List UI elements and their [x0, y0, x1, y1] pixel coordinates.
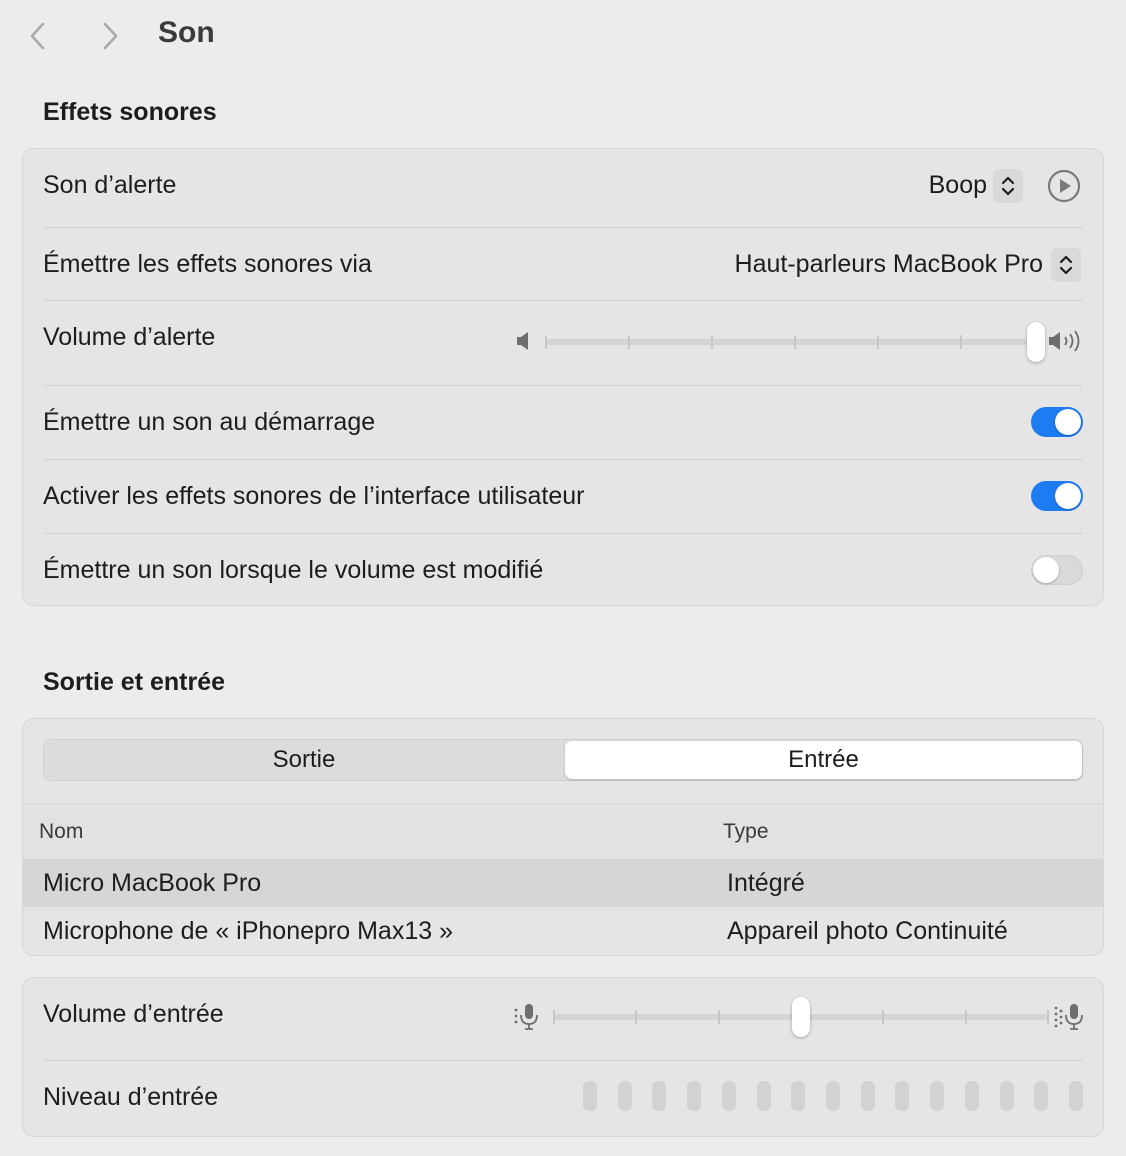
level-segment [965, 1081, 979, 1111]
alert-volume-label: Volume d’alerte [43, 323, 216, 351]
volume-feedback-row: Émettre un son lorsque le volume est mod… [43, 534, 1083, 606]
level-segment [583, 1081, 597, 1111]
back-button[interactable] [20, 18, 56, 54]
table-row[interactable]: Microphone de « iPhonepro Max13 » Appare… [23, 907, 1103, 955]
input-level-row: Niveau d’entrée [43, 1061, 1083, 1137]
input-volume-row: Volume d’entrée [43, 978, 1083, 1060]
slider-tick [882, 1010, 884, 1024]
level-segment [687, 1081, 701, 1111]
level-segment [1000, 1081, 1014, 1111]
ui-sounds-toggle[interactable] [1031, 481, 1083, 511]
input-volume-slider[interactable] [553, 996, 1049, 1038]
toggle-knob [1055, 409, 1081, 435]
device-type: Appareil photo Continuité [727, 917, 1008, 945]
stepper-icon [1059, 255, 1073, 275]
input-volume-card: Volume d’entrée Niveau d’entrée [22, 977, 1104, 1137]
device-type: Intégré [727, 869, 805, 897]
play-via-row: Émettre les effets sonores via Haut-parl… [43, 228, 1083, 300]
slider-tick [794, 335, 796, 349]
ui-sounds-row: Activer les effets sonores de l’interfac… [43, 460, 1083, 532]
startup-sound-label: Émettre un son au démarrage [43, 408, 376, 436]
chevron-left-icon [30, 22, 45, 50]
slider-tick [960, 335, 962, 349]
level-segment [722, 1081, 736, 1111]
play-alert-button[interactable] [1047, 169, 1081, 203]
toggle-knob [1033, 557, 1059, 583]
slider-tick [545, 335, 547, 349]
alert-sound-row: Son d’alerte Boop [43, 149, 1083, 227]
slider-thumb[interactable] [1027, 322, 1045, 362]
toggle-knob [1055, 483, 1081, 509]
section-title-effects: Effets sonores [43, 98, 217, 126]
device-name: Micro MacBook Pro [43, 869, 262, 897]
slider-tick [635, 1010, 637, 1024]
play-via-popup[interactable]: Haut-parleurs MacBook Pro [735, 250, 1043, 279]
slider-tick [718, 1010, 720, 1024]
chevron-right-icon [103, 22, 118, 50]
input-level-meter [583, 1081, 1083, 1113]
startup-sound-toggle[interactable] [1031, 407, 1083, 437]
play-circle-icon [1047, 169, 1081, 203]
alert-sound-stepper[interactable] [993, 169, 1023, 203]
slider-tick [553, 1010, 555, 1024]
level-segment [930, 1081, 944, 1111]
slider-thumb[interactable] [792, 997, 810, 1037]
input-volume-label: Volume d’entrée [43, 1000, 224, 1028]
devices-table-header: Nom Type [23, 803, 1103, 860]
stepper-icon [1001, 176, 1015, 196]
slider-tick [877, 335, 879, 349]
play-via-label: Émettre les effets sonores via [43, 250, 372, 278]
volume-feedback-label: Émettre un son lorsque le volume est mod… [43, 556, 544, 584]
volume-feedback-toggle[interactable] [1031, 555, 1083, 585]
startup-sound-row: Émettre un son au démarrage [43, 386, 1083, 458]
device-name: Microphone de « iPhonepro Max13 » [43, 917, 453, 945]
table-row[interactable]: Micro MacBook Pro Intégré [23, 859, 1103, 907]
output-input-card: Sortie Entrée Nom Type Micro MacBook Pro… [22, 718, 1104, 956]
alert-sound-label: Son d’alerte [43, 171, 177, 199]
level-segment [861, 1081, 875, 1111]
alert-volume-row: Volume d’alerte [43, 301, 1083, 385]
alert-volume-slider[interactable] [545, 321, 1045, 363]
level-segment [757, 1081, 771, 1111]
sound-effects-card: Son d’alerte Boop Émettre les effets son… [22, 148, 1104, 606]
slider-tick [628, 335, 630, 349]
slider-tick [1047, 1010, 1049, 1024]
input-level-label: Niveau d’entrée [43, 1083, 219, 1111]
level-segment [791, 1081, 805, 1111]
level-segment [826, 1081, 840, 1111]
forward-button[interactable] [92, 18, 128, 54]
level-segment [618, 1081, 632, 1111]
alert-sound-popup[interactable]: Boop [929, 171, 987, 200]
mic-low-icon [514, 1004, 538, 1030]
tab-output[interactable]: Sortie [44, 740, 564, 780]
mic-high-icon [1054, 1004, 1083, 1030]
level-segment [1034, 1081, 1048, 1111]
tab-input[interactable]: Entrée [565, 741, 1082, 779]
column-header-name[interactable]: Nom [39, 820, 83, 844]
column-header-type[interactable]: Type [723, 820, 769, 844]
toolbar: Son [0, 0, 1126, 72]
slider-tick [711, 335, 713, 349]
level-segment [652, 1081, 666, 1111]
page-title: Son [158, 16, 215, 49]
ui-sounds-label: Activer les effets sonores de l’interfac… [43, 482, 585, 510]
speaker-low-icon [517, 332, 528, 350]
slider-tick [965, 1010, 967, 1024]
level-segment [895, 1081, 909, 1111]
play-via-stepper[interactable] [1051, 248, 1081, 282]
section-title-io: Sortie et entrée [43, 668, 226, 696]
output-input-tabs: Sortie Entrée [43, 739, 1083, 781]
speaker-high-icon [1049, 330, 1080, 352]
level-segment [1069, 1081, 1083, 1111]
